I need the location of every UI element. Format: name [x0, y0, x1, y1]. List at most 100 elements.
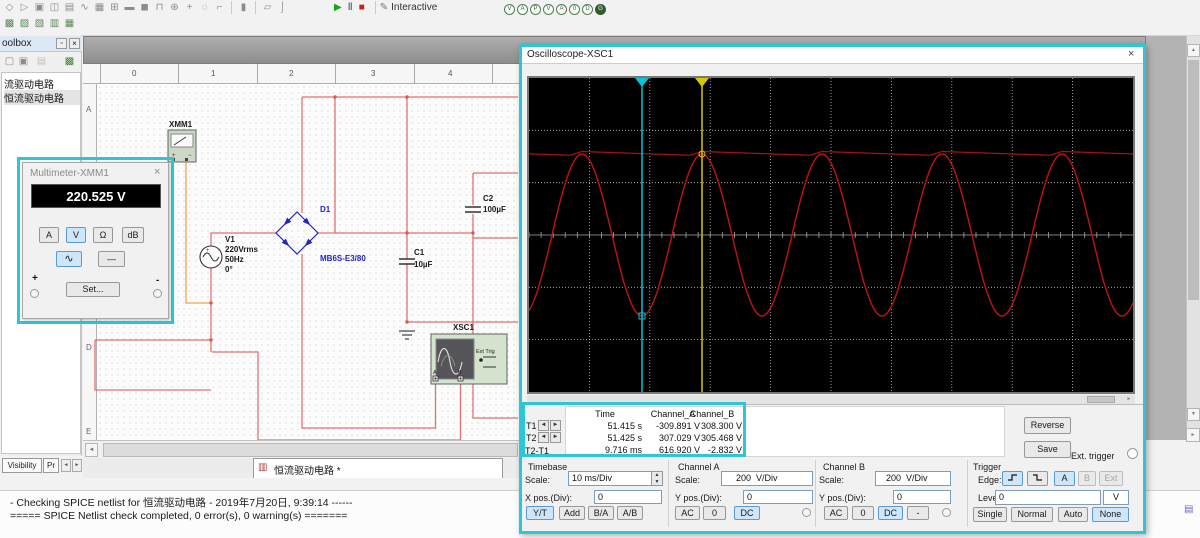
channel-a-scale-input[interactable]: 200 V/Div — [721, 471, 813, 486]
wave-icon[interactable]: ∿ — [78, 1, 91, 14]
edge-falling-button[interactable] — [1027, 471, 1048, 486]
component-box-icon[interactable]: ▩ — [63, 55, 76, 68]
oscilloscope-window[interactable]: Oscilloscope-XSC1 × ► T1 T2 T2-T1 ◄ ► ◄ … — [519, 44, 1146, 534]
save-icon[interactable]: ▤ — [35, 55, 48, 68]
timebase-xpos-input[interactable]: 0 — [594, 490, 662, 504]
probe-digital-icon[interactable]: D — [582, 4, 593, 15]
probe-settings-icon[interactable]: G — [595, 4, 606, 15]
dock-button[interactable]: ▫ — [56, 38, 67, 49]
multimeter-window[interactable]: Multimeter-XMM1 × 220.525 V A V Ω dB ∿ —… — [17, 157, 174, 324]
t1-left-button[interactable]: ◄ — [538, 420, 549, 431]
open-document-icon[interactable]: ▣ — [17, 55, 30, 68]
probe-power-icon[interactable]: P — [530, 4, 541, 15]
channel-a-0-button[interactable]: 0 — [703, 506, 726, 520]
new-document-icon[interactable]: ▢ — [3, 55, 16, 68]
workspace-v-scrollbar[interactable]: ▲ ▼ — [1186, 36, 1200, 440]
channel-a-terminal[interactable] — [802, 508, 811, 517]
trigger-a-button[interactable]: A — [1054, 471, 1075, 486]
corner-icon[interactable]: ⌐ — [213, 1, 226, 14]
probe-ref-icon[interactable]: 0 — [569, 4, 580, 15]
close-icon[interactable]: × — [154, 166, 160, 178]
trigger-normal-button[interactable]: Normal — [1011, 507, 1053, 522]
t2-left-button[interactable]: ◄ — [538, 432, 549, 443]
hierarchy-icon[interactable]: ⊕ — [168, 1, 181, 14]
trigger-single-button[interactable]: Single — [973, 507, 1007, 522]
toolbox-tab-visibility[interactable]: Visibility — [2, 458, 42, 473]
timebase-scale-spinner[interactable]: ▲ ▼ — [651, 471, 663, 486]
plus-terminal[interactable] — [30, 289, 39, 298]
save-button[interactable]: Save — [1024, 441, 1071, 458]
channel-a-ypos-input[interactable]: 0 — [743, 490, 813, 504]
toolbox-tab-pr[interactable]: Pr — [43, 458, 59, 473]
channel-b-scale-input[interactable]: 200 V/Div — [875, 471, 951, 486]
grid-icon[interactable]: ⊞ — [108, 1, 121, 14]
scroll-thumb[interactable] — [103, 443, 518, 457]
multimeter-dialog[interactable]: Multimeter-XMM1 × 220.525 V A V Ω dB ∿ —… — [22, 162, 169, 319]
channel-b-0-button[interactable]: 0 — [852, 506, 874, 520]
pin-icon[interactable]: ▱ — [261, 1, 274, 14]
sheet-5-icon[interactable]: ▦ — [63, 17, 76, 30]
channel-b-terminal[interactable] — [942, 508, 951, 517]
trigger-ext-button[interactable]: Ext — [1099, 471, 1123, 486]
trigger-level-input[interactable]: 0 — [995, 490, 1101, 505]
channel-b-dc-button[interactable]: DC — [878, 506, 903, 520]
channel-b-ypos-input[interactable]: 0 — [893, 490, 951, 504]
timebase-scale-input[interactable]: 10 ms/Div — [568, 471, 652, 486]
breadboard-icon[interactable]: ◼ — [138, 1, 151, 14]
status-notification-icon[interactable]: ▤ — [1184, 504, 1193, 515]
t1-right-button[interactable]: ► — [550, 420, 561, 431]
scope-scroll-thumb[interactable] — [1087, 396, 1115, 403]
mode-db-button[interactable]: dB — [122, 227, 144, 243]
orientation-icon[interactable]: ▷ — [18, 1, 31, 14]
component-icon[interactable]: ▣ — [33, 1, 46, 14]
toolbox-tab-scroll-left[interactable]: ◄ — [61, 459, 71, 472]
probe-current-icon[interactable]: A — [517, 4, 528, 15]
document-tab[interactable]: ▥ 恒流驱动电路 * — [253, 458, 503, 478]
scroll-down-button[interactable]: ▼ — [1187, 408, 1200, 421]
set-button[interactable]: Set... — [66, 282, 120, 297]
dc-mode-button[interactable]: — — [98, 251, 125, 267]
bus-icon[interactable]: ▬ — [123, 1, 136, 14]
ba-button[interactable]: B/A — [588, 506, 614, 520]
circle-icon[interactable]: ◌ — [198, 1, 211, 14]
mode-ampere-button[interactable]: A — [39, 227, 59, 243]
trigger-unit-select[interactable]: V — [1103, 490, 1129, 505]
toolbox-tab-scroll-right[interactable]: ► — [72, 459, 82, 472]
in-use-icon[interactable]: ▮ — [237, 1, 250, 14]
mode-ohm-button[interactable]: Ω — [93, 227, 113, 243]
t2-right-button[interactable]: ► — [550, 432, 561, 443]
scroll-right-button[interactable]: ► — [1186, 428, 1200, 442]
yt-button[interactable]: Y/T — [526, 506, 554, 520]
scroll-left-button[interactable]: ◄ — [85, 443, 98, 457]
ext-trigger-terminal[interactable] — [1127, 448, 1138, 459]
tree-item-circuit-1[interactable]: 流驱动电路 — [4, 76, 80, 91]
sheet-1-icon[interactable]: ▩ — [3, 17, 16, 30]
bracket-icon[interactable]: ⊓ — [153, 1, 166, 14]
spreadsheet-icon[interactable]: ▤ — [63, 1, 76, 14]
channel-b-ac-button[interactable]: AC — [824, 506, 848, 520]
scope-screen[interactable] — [529, 78, 1133, 392]
v-scroll-thumb[interactable] — [1188, 60, 1199, 300]
database-icon[interactable]: ▦ — [93, 1, 106, 14]
pause-button[interactable]: ‖ — [348, 2, 353, 13]
close-icon[interactable]: × — [1128, 48, 1134, 60]
scroll-up-button[interactable]: ▲ — [1187, 44, 1200, 57]
add-button[interactable]: Add — [559, 506, 585, 520]
sheet-3-icon[interactable]: ▧ — [33, 17, 46, 30]
reverse-button[interactable]: Reverse — [1024, 417, 1071, 434]
interactive-edit-icon[interactable]: ✎ — [380, 2, 388, 13]
step-icon[interactable]: ⌡ — [276, 1, 289, 14]
probe-diff-voltage-icon[interactable]: V — [543, 4, 554, 15]
close-icon[interactable]: × — [69, 38, 80, 49]
mode-volt-button[interactable]: V — [66, 227, 86, 243]
ab-button[interactable]: A/B — [617, 506, 643, 520]
interactive-dropdown[interactable]: Interactive — [391, 2, 437, 13]
ac-mode-button[interactable]: ∿ — [56, 251, 82, 267]
channel-b-minus-button[interactable]: - — [907, 506, 929, 520]
channel-a-ac-button[interactable]: AC — [675, 506, 700, 520]
tree-item-circuit-2[interactable]: 恒流驱动电路 — [4, 90, 80, 105]
edge-rising-button[interactable] — [1002, 471, 1023, 486]
trigger-auto-button[interactable]: Auto — [1058, 507, 1088, 522]
scope-scroll-right[interactable]: ► — [1123, 395, 1135, 404]
trigger-none-button[interactable]: None — [1092, 507, 1129, 522]
